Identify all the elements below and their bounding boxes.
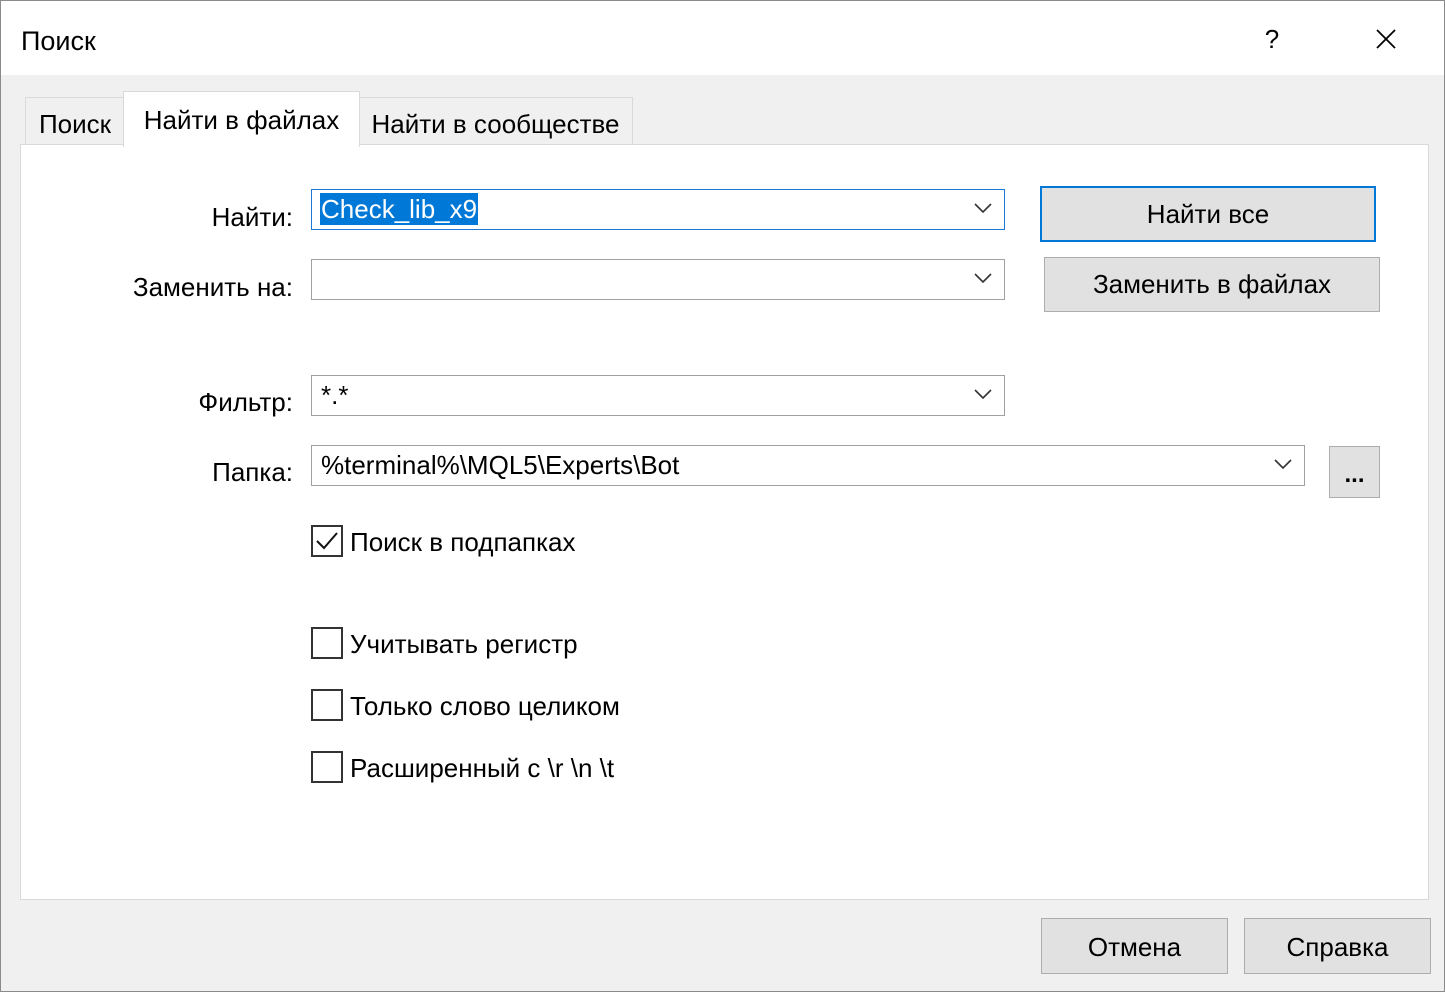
chevron-down-icon[interactable] (974, 389, 992, 400)
find-all-button[interactable]: Найти все (1040, 186, 1376, 242)
chevron-down-icon[interactable] (974, 273, 992, 284)
cancel-button[interactable]: Отмена (1041, 918, 1228, 974)
folder-input-value[interactable]: %terminal%\MQL5\Experts\Bot (321, 449, 679, 481)
find-combo[interactable]: Check_lib_x9 (311, 189, 1005, 230)
help-button[interactable]: Справка (1244, 918, 1431, 974)
search-subfolders-checkbox[interactable]: Поиск в подпапках (311, 525, 631, 559)
checkbox-box[interactable] (311, 689, 343, 721)
chevron-down-icon[interactable] (1274, 459, 1292, 470)
replace-label: Заменить на: (132, 272, 293, 302)
filter-label: Фильтр: (198, 387, 293, 417)
folder-combo[interactable]: %terminal%\MQL5\Experts\Bot (311, 445, 1305, 486)
title-bar: Поиск ? (1, 1, 1444, 75)
chevron-down-icon[interactable] (974, 203, 992, 214)
close-icon (1376, 29, 1396, 49)
checkbox-box[interactable] (311, 751, 343, 783)
search-dialog: Поиск ? Поиск Найти в файлах Найти в соо… (0, 0, 1445, 992)
whole-word-checkbox[interactable]: Только слово целиком (311, 689, 671, 723)
checkbox-box[interactable] (311, 627, 343, 659)
browse-folder-button[interactable]: ... (1329, 446, 1380, 498)
find-label: Найти: (211, 202, 293, 232)
window-title: Поиск (21, 26, 96, 56)
replace-combo[interactable] (311, 259, 1005, 300)
filter-combo[interactable]: *.* (311, 375, 1005, 416)
checkbox-label: Поиск в подпапках (350, 527, 576, 557)
match-case-checkbox[interactable]: Учитывать регистр (311, 627, 631, 661)
find-input-value[interactable]: Check_lib_x9 (320, 193, 479, 225)
replace-in-files-button[interactable]: Заменить в файлах (1044, 257, 1380, 312)
close-button[interactable] (1351, 11, 1421, 67)
title-help-button[interactable]: ? (1237, 11, 1307, 67)
tab-find-in-community[interactable]: Найти в сообществе (358, 97, 633, 145)
checkbox-box[interactable] (311, 525, 343, 557)
tab-find-in-files[interactable]: Найти в файлах (123, 91, 360, 147)
tab-search[interactable]: Поиск (25, 97, 125, 145)
checkbox-label: Учитывать регистр (350, 629, 578, 659)
extended-mode-checkbox[interactable]: Расширенный с \r \n \t (311, 751, 671, 785)
checkmark-icon (316, 532, 338, 550)
checkbox-label: Расширенный с \r \n \t (350, 753, 615, 783)
checkbox-label: Только слово целиком (350, 691, 620, 721)
folder-label: Папка: (212, 457, 293, 487)
tab-panel-find-in-files: Найти: Check_lib_x9 Найти все Заменить н… (20, 144, 1429, 900)
filter-input-value[interactable]: *.* (321, 379, 348, 411)
